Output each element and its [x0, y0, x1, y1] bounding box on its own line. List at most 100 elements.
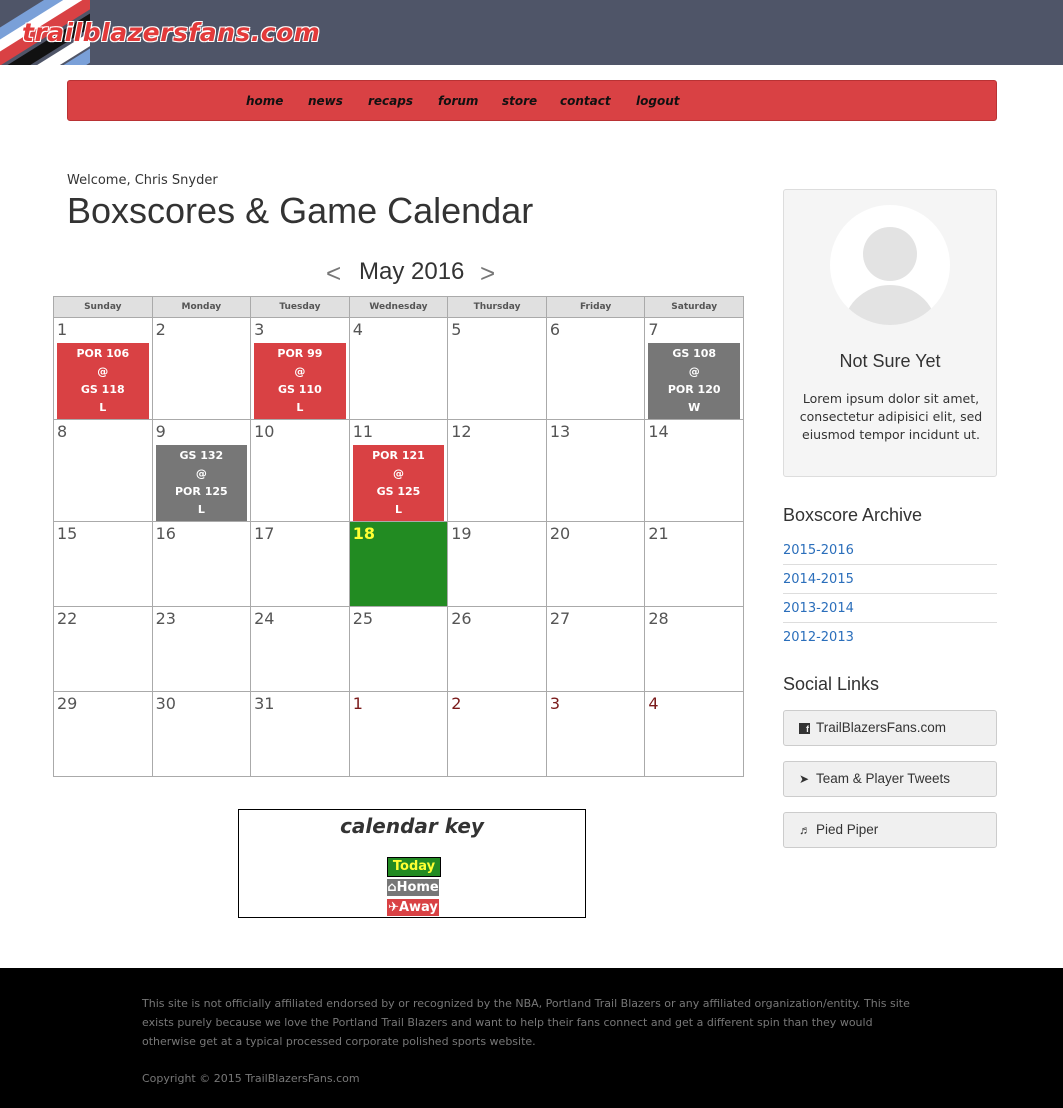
day-number: 18: [352, 524, 375, 543]
day-number: 1: [57, 320, 68, 339]
game-boxscore-away[interactable]: POR 106 @ GS 118 L: [57, 343, 149, 419]
page-title: Boxscores & Game Calendar: [67, 190, 534, 231]
game-boxscore-home[interactable]: GS 132 @ POR 125 L: [155, 445, 248, 521]
calendar-day[interactable]: 5: [447, 317, 547, 420]
calendar-day[interactable]: 25: [348, 606, 449, 692]
game-boxscore-home[interactable]: GS 108 @ POR 120 W: [648, 343, 740, 419]
calendar-day[interactable]: 15: [53, 521, 153, 607]
weekday-header: Sunday: [53, 296, 153, 318]
nav-contact[interactable]: contact: [560, 94, 611, 108]
archive-link-2012-2013[interactable]: 2012-2013: [783, 630, 997, 645]
calendar-day[interactable]: 2: [151, 317, 252, 420]
game-line: @: [294, 365, 306, 378]
site-footer: This site is not officially affiliated e…: [0, 968, 1063, 1108]
archive-link-2015-2016[interactable]: 2015-2016: [783, 543, 997, 558]
game-line: POR 106: [76, 347, 130, 360]
profile-description: Lorem ipsum dolor sit amet, consectetur …: [799, 391, 983, 442]
calendar-day[interactable]: 10: [250, 419, 350, 522]
day-number: 21: [648, 524, 669, 543]
game-line: L: [296, 401, 304, 414]
game-line: GS 110: [278, 383, 322, 396]
weekday-header: Saturday: [644, 296, 744, 318]
weekday-header: Friday: [545, 296, 646, 318]
game-line: POR 99: [277, 347, 323, 360]
calendar-day[interactable]: 1 POR 106 @ GS 118 L: [53, 317, 153, 420]
calendar-day[interactable]: 21: [644, 521, 744, 607]
calendar-day[interactable]: 16: [151, 521, 252, 607]
calendar-day[interactable]: 17: [250, 521, 350, 607]
game-line: GS 108: [672, 347, 717, 360]
calendar-day-today[interactable]: 18: [348, 521, 449, 607]
site-logo[interactable]: trailblazersfans.com: [22, 18, 320, 47]
day-number: 17: [254, 524, 275, 543]
day-number: 30: [155, 694, 176, 713]
calendar-day[interactable]: 23: [151, 606, 252, 692]
game-boxscore-away[interactable]: POR 99 @ GS 110 L: [254, 343, 346, 419]
game-boxscore-away[interactable]: POR 121 @ GS 125 L: [352, 445, 445, 521]
calendar-day[interactable]: 1: [348, 691, 449, 777]
calendar-day[interactable]: 9 GS 132 @ POR 125 L: [151, 419, 252, 522]
day-number: 16: [155, 524, 176, 543]
calendar-day[interactable]: 12: [447, 419, 547, 522]
nav-news[interactable]: news: [308, 94, 343, 108]
archive-heading: Boxscore Archive: [783, 505, 923, 525]
calendar-day[interactable]: 6: [545, 317, 646, 420]
calendar-day[interactable]: 24: [250, 606, 350, 692]
calendar-day[interactable]: 3 POR 99 @ GS 110 L: [250, 317, 350, 420]
social-link-facebook[interactable]: f TrailBlazersFans.com: [783, 710, 997, 746]
day-number: 29: [57, 694, 78, 713]
avatar: [830, 205, 950, 325]
archive-link-2013-2014[interactable]: 2013-2014: [783, 601, 997, 616]
nav-home[interactable]: home: [246, 94, 283, 108]
calendar-day[interactable]: 7 GS 108 @ POR 120 W: [644, 317, 744, 420]
facebook-icon: f: [799, 721, 810, 735]
calendar-day[interactable]: 30: [151, 691, 252, 777]
day-number: 1: [352, 694, 363, 713]
key-home: ⌂Home: [387, 879, 439, 896]
nav-recaps[interactable]: recaps: [368, 94, 413, 108]
day-number: 3: [549, 694, 560, 713]
key-away: ✈Away: [387, 899, 439, 916]
calendar-day[interactable]: 8: [53, 419, 153, 522]
calendar-day[interactable]: 22: [53, 606, 153, 692]
calendar-day[interactable]: 31: [250, 691, 350, 777]
game-line: L: [99, 401, 107, 414]
calendar-day[interactable]: 3: [545, 691, 646, 777]
calendar-day[interactable]: 2: [447, 691, 547, 777]
game-line: POR 121: [372, 449, 425, 462]
day-number: 13: [549, 422, 571, 441]
calendar-day[interactable]: 14: [644, 419, 744, 522]
social-link-twitter[interactable]: ➤ Team & Player Tweets: [783, 761, 997, 797]
nav-logout[interactable]: logout: [636, 94, 679, 108]
piper-icon: ♬: [799, 823, 811, 837]
nav-forum[interactable]: forum: [438, 94, 478, 108]
site-header: trailblazersfans.com: [0, 0, 1063, 65]
calendar-day[interactable]: 26: [447, 606, 547, 692]
footer-copyright: Copyright © 2015 TrailBlazersFans.com: [142, 1072, 360, 1085]
day-number: 11: [352, 422, 374, 441]
day-number: 14: [648, 422, 669, 441]
calendar-day[interactable]: 27: [545, 606, 646, 692]
archive-link-2014-2015[interactable]: 2014-2015: [783, 572, 997, 587]
calendar-key-title: calendar key: [340, 814, 484, 838]
game-line: POR 120: [667, 383, 721, 396]
nav-store[interactable]: store: [502, 94, 537, 108]
social-link-pied-piper[interactable]: ♬ Pied Piper: [783, 812, 997, 848]
prev-month-button[interactable]: <: [326, 258, 341, 289]
game-line: @: [195, 467, 207, 480]
calendar-day[interactable]: 13: [545, 419, 646, 522]
calendar-day[interactable]: 20: [545, 521, 646, 607]
day-number: 20: [549, 524, 571, 543]
calendar-day[interactable]: 4: [644, 691, 744, 777]
calendar-day[interactable]: 4: [348, 317, 449, 420]
weekday-header: Wednesday: [348, 296, 449, 318]
day-number: 2: [155, 320, 166, 339]
calendar-day[interactable]: 19: [447, 521, 547, 607]
profile-card: Not Sure Yet Lorem ipsum dolor sit amet,…: [783, 189, 997, 477]
calendar-day[interactable]: 28: [644, 606, 744, 692]
calendar-day[interactable]: 29: [53, 691, 153, 777]
day-number: 4: [648, 694, 659, 713]
calendar-day[interactable]: 11 POR 121 @ GS 125 L: [348, 419, 449, 522]
next-month-button[interactable]: >: [480, 258, 495, 289]
day-number: 22: [57, 609, 78, 628]
